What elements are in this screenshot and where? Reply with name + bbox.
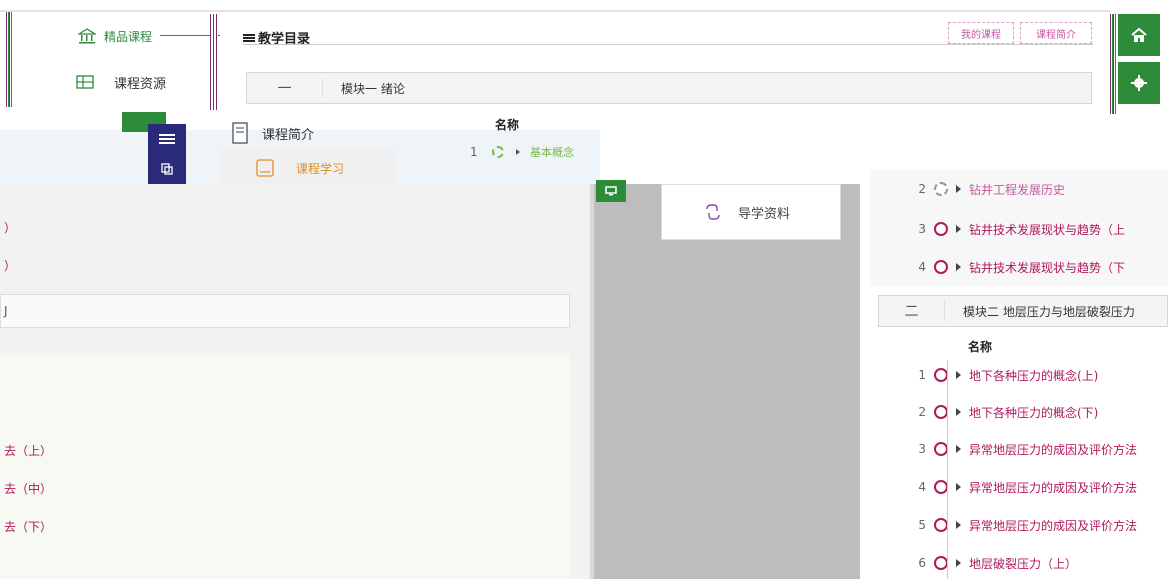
module-1-index: 一 xyxy=(247,78,323,98)
module-2-list: 1 地下各种压力的概念(上) 2 地下各种压力的概念(下) 3 异常地层压力的成… xyxy=(880,356,1168,579)
module-1-row-4[interactable]: 4 钻井技术发展现状与趋势（下 xyxy=(880,248,1125,286)
settings-button[interactable] xyxy=(1118,62,1160,104)
module-2-row-3[interactable]: 3 异常地层压力的成因及评价方法 xyxy=(880,430,1137,468)
museum-icon xyxy=(78,28,96,44)
grid-icon xyxy=(76,74,94,90)
module-2-row-4[interactable]: 4 异常地层压力的成因及评价方法 xyxy=(880,468,1137,506)
guide-material-menu[interactable]: 导学资料 xyxy=(661,184,841,240)
module-2-col-header: 名称 xyxy=(968,340,993,354)
left-fragment-2[interactable]: ） xyxy=(4,246,16,284)
sidebar-item-label: 课程学习 xyxy=(296,161,345,176)
module-2-index: 二 xyxy=(879,301,945,321)
sidebar-item-resources[interactable]: 课程资源 xyxy=(56,58,208,106)
module-1-row-1[interactable]: 1 基本概念 xyxy=(470,140,574,164)
home-icon xyxy=(1131,28,1147,42)
lines-icon xyxy=(159,133,175,144)
module-2-connector xyxy=(947,360,948,579)
right-edge-stripes xyxy=(1110,14,1116,114)
module-1-header[interactable]: 一 模块一 绪论 xyxy=(246,72,1092,104)
gear-icon xyxy=(1131,75,1147,91)
sidebar-divider xyxy=(210,14,218,110)
module-2-title: 模块二 地层压力与地层破裂压力 xyxy=(963,304,1135,319)
list-icon xyxy=(243,33,255,43)
sidebar-top[interactable]: 精品课程 xyxy=(56,14,206,58)
my-courses-label: 我的课程 xyxy=(961,29,1001,41)
row-status-icon xyxy=(492,146,504,158)
left-fragment-3: J xyxy=(4,304,8,318)
module-2-row-6[interactable]: 6 地层破裂压力（上） xyxy=(880,544,1077,582)
my-courses-pill[interactable]: 我的课程 xyxy=(948,22,1014,44)
sidebar-item-study[interactable]: 课程学习 xyxy=(218,150,394,186)
navy-icon-strip[interactable] xyxy=(148,124,186,184)
sidebar-item-intro[interactable]: 课程简介 xyxy=(232,116,382,150)
middle-gray-panel xyxy=(590,184,860,579)
module-2-row-1[interactable]: 1 地下各种压力的概念(上) xyxy=(880,356,1098,394)
left-fragment-5[interactable]: 去（中） xyxy=(4,469,52,507)
document-icon xyxy=(232,122,248,144)
module-2-header[interactable]: 二 模块二 地层压力与地层破裂压力 xyxy=(878,295,1168,327)
module-2-row-2[interactable]: 2 地下各种压力的概念(下) xyxy=(880,393,1098,431)
course-intro-label: 课程简介 xyxy=(1036,29,1076,41)
monitor-icon xyxy=(605,186,617,196)
module-1-title: 模块一 绪论 xyxy=(341,81,405,96)
module-1-row-2[interactable]: 2 钻井工程发展历史 xyxy=(880,170,1065,208)
left-fragment-1[interactable]: ） xyxy=(4,208,16,246)
module-1-col-header: 名称 xyxy=(495,118,520,132)
book-icon xyxy=(256,159,274,177)
link-icon xyxy=(704,203,722,221)
home-button[interactable] xyxy=(1118,14,1160,56)
left-module-bar[interactable] xyxy=(0,294,570,328)
catalog-title-rule xyxy=(243,44,1093,45)
module-1-row-3[interactable]: 3 钻井技术发展现状与趋势（上 xyxy=(880,210,1125,248)
expand-icon xyxy=(516,149,520,155)
top-header-bar xyxy=(0,10,1110,12)
guide-material-label: 导学资料 xyxy=(738,206,791,222)
row-number: 1 xyxy=(470,145,478,159)
left-fragment-4[interactable]: 去（上） xyxy=(4,431,52,469)
course-intro-pill[interactable]: 课程简介 xyxy=(1020,22,1092,44)
module-1-list: 2 钻井工程发展历史 3 钻井技术发展现状与趋势（上 4 钻井技术发展现状与趋势… xyxy=(880,170,1168,290)
left-list-area xyxy=(0,355,570,579)
middle-green-button[interactable] xyxy=(596,180,626,202)
sidebar-item-label: 课程简介 xyxy=(262,127,315,143)
sidebar-top-label: 精品课程 xyxy=(104,29,153,44)
sidebar-item-label: 课程资源 xyxy=(114,76,167,92)
left-edge-stripes xyxy=(6,12,12,107)
row-name: 基本概念 xyxy=(530,146,574,159)
copy-icon xyxy=(161,162,173,175)
left-fragment-6[interactable]: 去（下） xyxy=(4,507,52,545)
module-2-row-5[interactable]: 5 异常地层压力的成因及评价方法 xyxy=(880,506,1137,544)
